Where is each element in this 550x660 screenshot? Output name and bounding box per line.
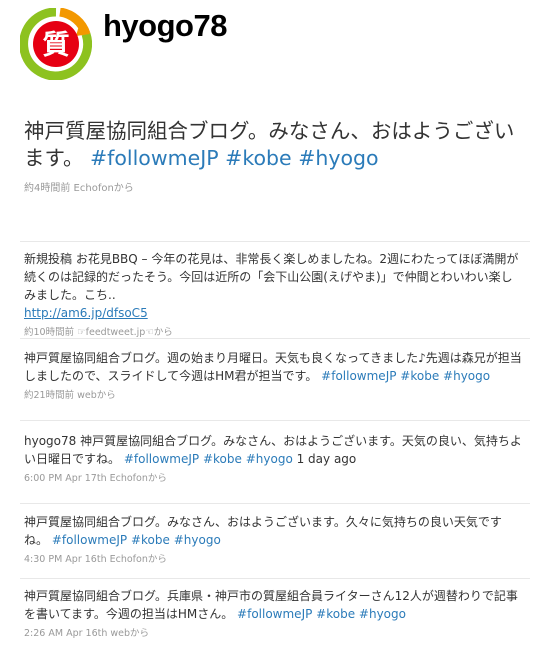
tweet-item: 神戸質屋協同組合ブログ。週の始まり月曜日。天気も良くなってきました♪先週は森兄が… bbox=[24, 349, 524, 401]
featured-tweet-text: 神戸質屋協同組合ブログ。みなさん、おはようございます。 #followmeJP … bbox=[24, 118, 534, 172]
profile-header: 質 hyogo78 bbox=[0, 0, 550, 90]
avatar-char: 質 bbox=[43, 30, 70, 61]
divider bbox=[20, 241, 530, 242]
divider bbox=[20, 578, 530, 579]
tweet-meta: 4:30 PM Apr 16th Echofonから bbox=[24, 554, 167, 565]
relative-time: 1 day ago bbox=[296, 452, 357, 466]
divider bbox=[20, 420, 530, 421]
tweet-meta: 2:26 AM Apr 16th webから bbox=[24, 628, 150, 639]
tweet-item: 新規投稿 お花見BBQ – 今年の花見は、非常長く楽しめましたね。2週にわたって… bbox=[24, 250, 524, 338]
divider bbox=[20, 503, 530, 504]
hashtag-link[interactable]: #hyogo bbox=[443, 369, 490, 383]
tweet-item: 神戸質屋協同組合ブログ。兵庫県・神戸市の質屋組合員ライターさん12人が週替わりで… bbox=[24, 587, 524, 639]
hashtag-link[interactable]: #hyogo bbox=[359, 607, 406, 621]
tweet-item: 神戸質屋協同組合ブログ。みなさん、おはようございます。久々に気持ちの良い天気です… bbox=[24, 513, 524, 565]
tweet-meta: 約21時間前 webから bbox=[24, 390, 116, 401]
hashtag-link[interactable]: #hyogo bbox=[298, 146, 378, 170]
tweet-text: 神戸質屋協同組合ブログ。兵庫県・神戸市の質屋組合員ライターさん12人が週替わりで… bbox=[24, 587, 524, 623]
tweet-body: 新規投稿 お花見BBQ – 今年の花見は、非常長く楽しめましたね。2週にわたって… bbox=[24, 252, 519, 302]
featured-tweet-meta: 約4時間前 Echofonから bbox=[24, 183, 134, 194]
hashtag-link[interactable]: #kobe bbox=[203, 452, 242, 466]
tweet-meta: 6:00 PM Apr 17th Echofonから bbox=[24, 473, 167, 484]
tweet-text: 神戸質屋協同組合ブログ。週の始まり月曜日。天気も良くなってきました♪先週は森兄が… bbox=[24, 349, 524, 385]
screen-name[interactable]: hyogo78 bbox=[103, 8, 227, 44]
hashtag-link[interactable]: #followmeJP bbox=[321, 369, 396, 383]
tweet-url-link[interactable]: http://am6.jp/dfsoC5 bbox=[24, 306, 148, 320]
pawnshop-logo-icon[interactable]: 質 bbox=[20, 8, 92, 80]
divider bbox=[20, 338, 530, 339]
hashtag-link[interactable]: #hyogo bbox=[174, 533, 221, 547]
tweet-item: hyogo78 神戸質屋協同組合ブログ。みなさん、おはようございます。天気の良い… bbox=[24, 432, 524, 484]
hashtag-link[interactable]: #followmeJP bbox=[124, 452, 199, 466]
tweet-meta: 約10時間前 ☞feedtweet.jp☜から bbox=[24, 327, 173, 338]
tweet-text: hyogo78 神戸質屋協同組合ブログ。みなさん、おはようございます。天気の良い… bbox=[24, 432, 524, 468]
hashtag-link[interactable]: #followmeJP bbox=[52, 533, 127, 547]
hashtag-link[interactable]: #followmeJP bbox=[90, 146, 219, 170]
tweet-text: 神戸質屋協同組合ブログ。みなさん、おはようございます。久々に気持ちの良い天気です… bbox=[24, 513, 524, 549]
hashtag-link[interactable]: #hyogo bbox=[246, 452, 293, 466]
hashtag-link[interactable]: #kobe bbox=[400, 369, 439, 383]
tweet-text: 新規投稿 お花見BBQ – 今年の花見は、非常長く楽しめましたね。2週にわたって… bbox=[24, 250, 524, 322]
hashtag-link[interactable]: #kobe bbox=[316, 607, 355, 621]
hashtag-link[interactable]: #followmeJP bbox=[237, 607, 312, 621]
featured-tweet: 神戸質屋協同組合ブログ。みなさん、おはようございます。 #followmeJP … bbox=[24, 118, 534, 194]
hashtag-link[interactable]: #kobe bbox=[225, 146, 292, 170]
hashtag-link[interactable]: #kobe bbox=[131, 533, 170, 547]
